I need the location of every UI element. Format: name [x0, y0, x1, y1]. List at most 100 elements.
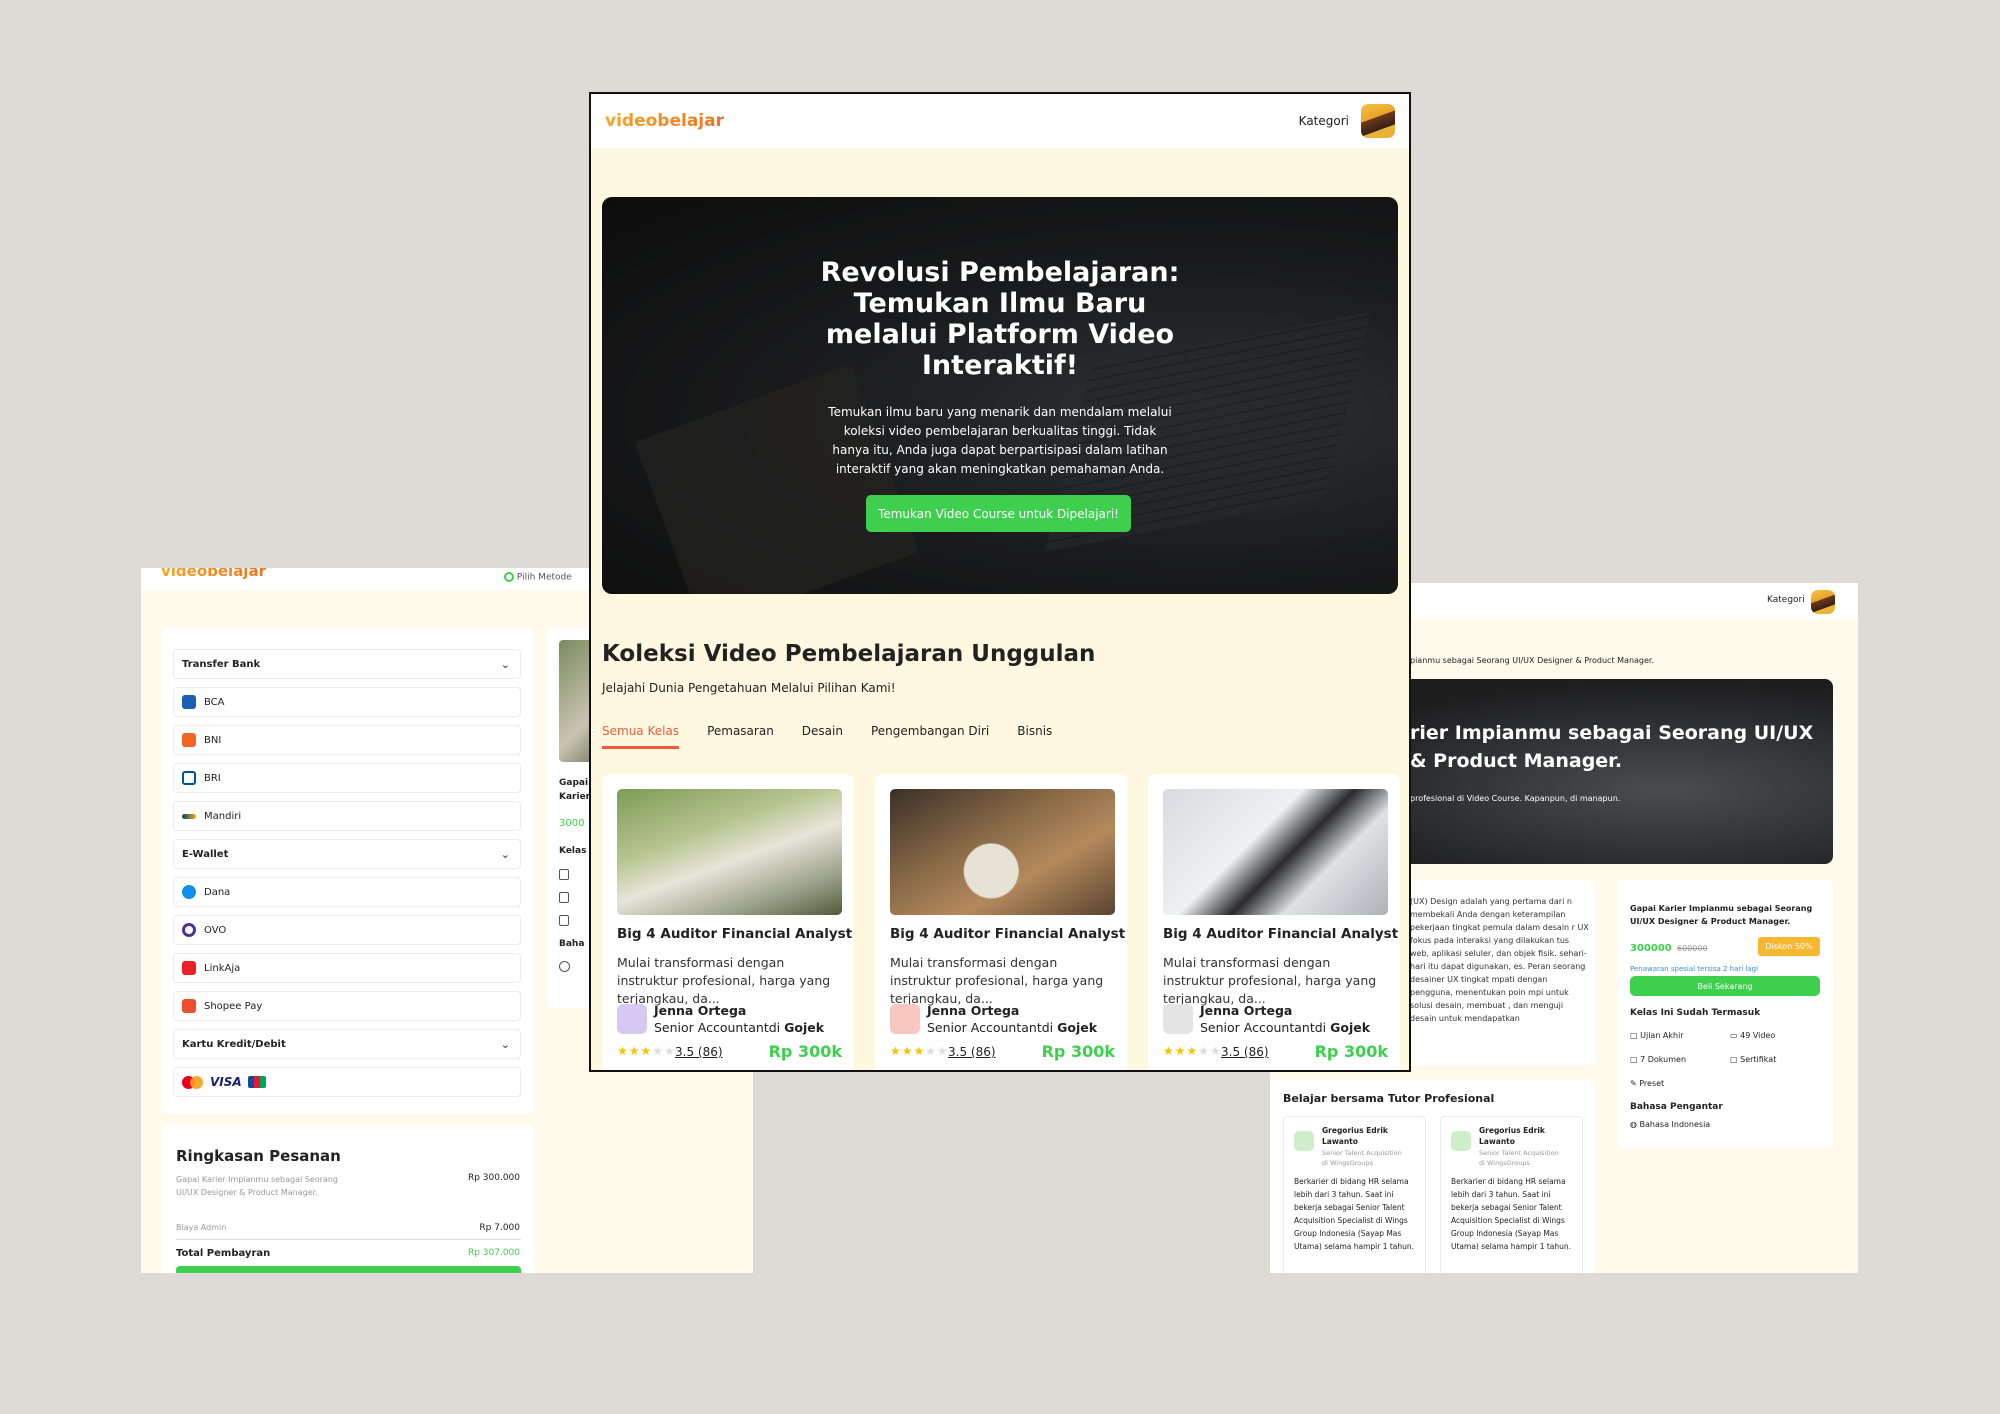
- include-item: ▢ Ujian Akhir: [1630, 1031, 1684, 1040]
- tutor-card: Gregorius Edrik Lawanto Senior Talent Ac…: [1440, 1116, 1583, 1273]
- transfer-bank-label: Transfer Bank: [182, 658, 261, 670]
- ewallet-label: E-Wallet: [182, 848, 229, 860]
- course-card[interactable]: Big 4 Auditor Financial Analyst Mulai tr…: [1148, 774, 1400, 1070]
- ewallet-accordion[interactable]: E-Wallet ⌄: [173, 839, 521, 869]
- tutor-role: Senior Accountantdi Gojek: [654, 1020, 825, 1035]
- wallet-label: Dana: [204, 886, 231, 898]
- main-navbar: videobelajar Kategori: [591, 94, 1409, 148]
- offer-text: Penawaran spesial tersisa 2 hari lagi: [1630, 965, 1759, 973]
- bank-option-bni[interactable]: BNI: [173, 725, 521, 755]
- summary-item-price: Rp 300.000: [467, 1173, 520, 1183]
- tab-desain[interactable]: Desain: [802, 724, 843, 749]
- bca-icon: [182, 695, 196, 709]
- hero-cta-button[interactable]: Temukan Video Course untuk Dipelajari!: [866, 495, 1131, 532]
- tab-bisnis[interactable]: Bisnis: [1017, 724, 1052, 749]
- course-description: Mulai transformasi dengan instruktur pro…: [890, 955, 1104, 1006]
- step-label: Pilih Metode: [516, 572, 572, 583]
- chevron-down-icon: ⌄: [500, 847, 510, 861]
- card-option[interactable]: VISA: [173, 1067, 521, 1097]
- wallet-option-ovo[interactable]: OVO: [173, 915, 521, 945]
- course-card[interactable]: Big 4 Auditor Financial Analyst Mulai tr…: [875, 774, 1127, 1070]
- course-price: Rp 300k: [1041, 1042, 1115, 1061]
- include-item: ✎ Preset: [1630, 1079, 1665, 1088]
- bank-option-bri[interactable]: BRI: [173, 763, 521, 793]
- rating-stars-icon: ★★★★★: [1163, 1044, 1222, 1058]
- admin-fee-price: Rp 7.000: [479, 1223, 520, 1233]
- linkaja-icon: [182, 961, 196, 975]
- section-subtitle: Jelajahi Dunia Pengetahuan Melalui Pilih…: [602, 681, 896, 695]
- logo[interactable]: videobelajar: [161, 568, 266, 580]
- visa-icon: VISA: [210, 1075, 242, 1089]
- language-title: Bahasa Pengantar: [1630, 1102, 1723, 1112]
- course-price: Rp 300k: [768, 1042, 842, 1061]
- divider: [176, 1239, 521, 1240]
- tutor-panel: Belajar bersama Tutor Profesional Gregor…: [1270, 1080, 1595, 1273]
- course-card[interactable]: Big 4 Auditor Financial Analyst Mulai tr…: [602, 774, 854, 1070]
- language-value: ◍ Bahasa Indonesia: [1630, 1120, 1711, 1129]
- pay-button[interactable]: [176, 1266, 521, 1273]
- wallet-option-dana[interactable]: Dana: [173, 877, 521, 907]
- user-avatar[interactable]: [1811, 590, 1835, 614]
- tutor-role: Senior Talent Acquisition: [1479, 1149, 1559, 1157]
- payment-method-panel: Transfer Bank ⌄ BCA BNI BRI Mandiri E-Wal…: [161, 628, 534, 1114]
- tutor-name: Gregorius Edrik Lawanto: [1322, 1126, 1388, 1146]
- side-price: 3000: [559, 818, 585, 829]
- buy-price: 300000: [1630, 943, 1672, 954]
- tab-semua-kelas[interactable]: Semua Kelas: [602, 724, 680, 749]
- step-indicator: Pilih Metode: [504, 572, 572, 583]
- card-label: Kartu Kredit/Debit: [182, 1038, 286, 1050]
- include-item: ▢ Sertifikat: [1730, 1055, 1777, 1064]
- tutor-company: di WingsGroups: [1479, 1159, 1530, 1167]
- video-icon: ▭: [1730, 1031, 1738, 1040]
- tutor-name: Gregorius Edrik Lawanto: [1479, 1126, 1545, 1146]
- jcb-icon: [247, 1076, 266, 1088]
- course-title: Big 4 Auditor Financial Analyst: [890, 926, 1126, 942]
- preset-icon: ✎: [1630, 1079, 1637, 1088]
- card-accordion[interactable]: Kartu Kredit/Debit ⌄: [173, 1029, 521, 1059]
- chevron-down-icon: ⌄: [500, 1037, 510, 1051]
- order-summary-panel: Ringkasan Pesanan Gapai Karier Impianmu …: [161, 1125, 534, 1273]
- buy-now-button[interactable]: Beli Sekarang: [1630, 976, 1820, 996]
- bank-label: BCA: [204, 696, 225, 708]
- discount-badge: Diskon 50%: [1758, 937, 1820, 956]
- tab-pengembangan-diri[interactable]: Pengembangan Diri: [871, 724, 989, 749]
- transfer-bank-accordion[interactable]: Transfer Bank ⌄: [173, 649, 521, 679]
- description-text: (UX) Design adalah yang pertama dari n m…: [1410, 897, 1589, 1023]
- chevron-down-icon: ⌄: [500, 657, 510, 671]
- detail-hero-text: profesional di Video Course. Kapanpun, d…: [1410, 794, 1621, 803]
- summary-item-name: Gapai Karier Impianmu sebagai Seorang UI…: [176, 1175, 339, 1197]
- user-avatar[interactable]: [1361, 104, 1395, 138]
- bank-label: Mandiri: [204, 810, 242, 822]
- bank-label: BNI: [204, 734, 222, 746]
- total-price: Rp 307.000: [467, 1248, 520, 1258]
- tutor-name: Jenna Ortega: [1200, 1003, 1293, 1018]
- bri-icon: [182, 771, 196, 785]
- course-description: Mulai transformasi dengan instruktur pro…: [617, 955, 831, 1006]
- buy-course-title: Gapai Karier Impianmu sebagai Seorang UI…: [1630, 904, 1813, 926]
- nav-kategori[interactable]: Kategori: [1299, 114, 1349, 128]
- tutor-role: Senior Accountantdi Gojek: [1200, 1020, 1371, 1035]
- course-title: Big 4 Auditor Financial Analyst: [617, 926, 853, 942]
- admin-fee-label: Biaya Admin: [176, 1223, 227, 1232]
- rating-stars-icon: ★★★★★: [617, 1044, 676, 1058]
- course-price: Rp 300k: [1314, 1042, 1388, 1061]
- tutor-company: di WingsGroups: [1322, 1159, 1373, 1167]
- rating-value: 3.5 (86): [1221, 1045, 1269, 1059]
- homepage-screen: videobelajar Kategori Revolusi Pembelaja…: [589, 92, 1411, 1072]
- nav-kategori[interactable]: Kategori: [1767, 595, 1805, 605]
- wallet-option-shopeepay[interactable]: Shopee Pay: [173, 991, 521, 1021]
- dana-icon: [182, 885, 196, 899]
- logo[interactable]: videobelajar: [605, 111, 724, 131]
- tutor-section-title: Belajar bersama Tutor Profesional: [1283, 1092, 1495, 1105]
- tab-pemasaran[interactable]: Pemasaran: [707, 724, 774, 749]
- file-icon: [559, 892, 569, 903]
- course-description: Mulai transformasi dengan instruktur pro…: [1163, 955, 1377, 1006]
- mastercard-icon: [182, 1075, 204, 1089]
- globe-icon: [559, 961, 570, 972]
- bank-option-bca[interactable]: BCA: [173, 687, 521, 717]
- bank-option-mandiri[interactable]: Mandiri: [173, 801, 521, 831]
- wallet-option-linkaja[interactable]: LinkAja: [173, 953, 521, 983]
- tutor-avatar: [890, 1004, 920, 1034]
- tutor-avatar: [1451, 1131, 1471, 1151]
- course-thumbnail: [617, 789, 842, 915]
